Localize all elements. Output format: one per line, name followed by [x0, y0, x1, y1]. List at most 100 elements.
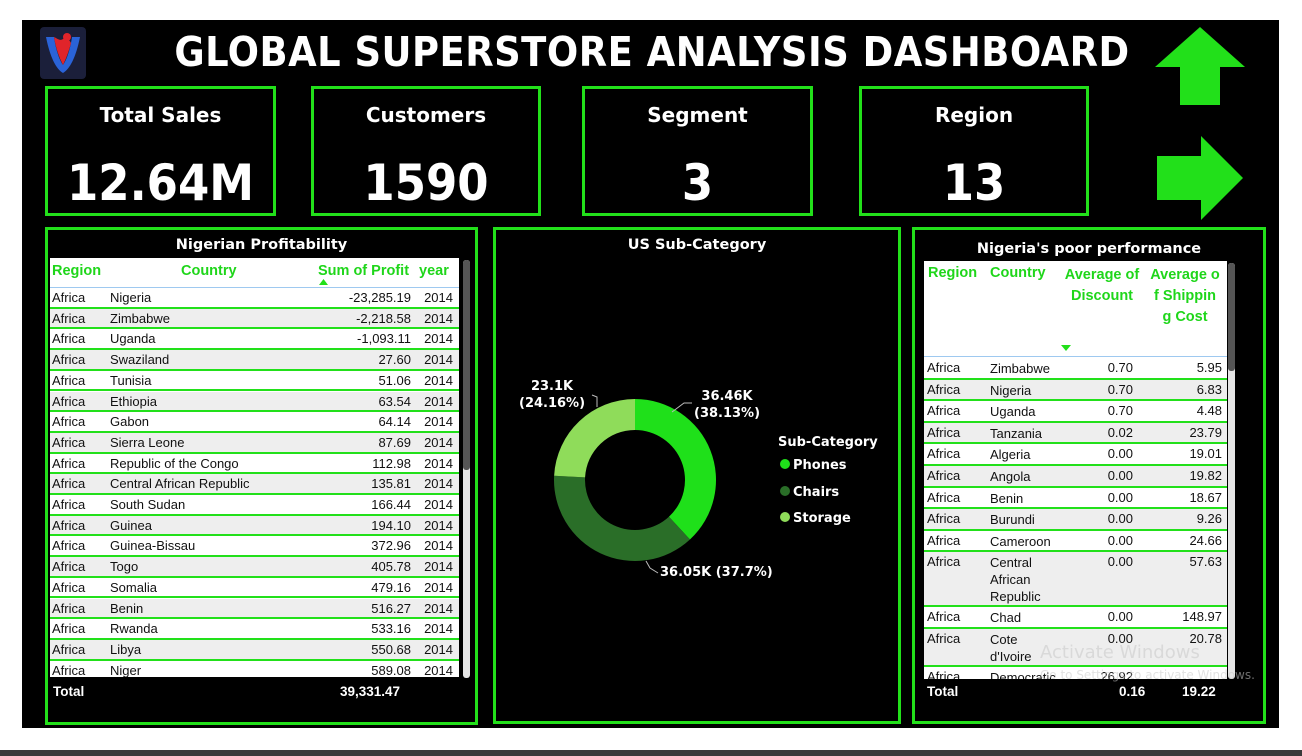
table-row[interactable]: Africa Central African Republic 135.81 2014 — [50, 474, 459, 495]
table-row[interactable]: Africa Cameroon 0.00 24.66 — [924, 530, 1227, 553]
table-row[interactable]: Africa Guinea 194.10 2014 — [50, 515, 459, 537]
cell-shipping: 9.26 — [1196, 511, 1222, 527]
table-row[interactable]: Africa Uganda 0.70 4.48 — [924, 401, 1227, 423]
table-row[interactable]: Africa Gabon 64.14 2014 — [50, 412, 459, 433]
cell-profit: -2,218.58 — [356, 310, 411, 326]
cell-discount: 0.00 — [1107, 532, 1133, 548]
donut-chart-panel: US Sub-Category 23.1K (24.16%) 36.46K (38.… — [493, 227, 901, 724]
cell-year: 2014 — [424, 600, 453, 616]
column-header-country[interactable]: Country — [990, 265, 1046, 281]
cell-country: Republic of the Congo — [110, 455, 239, 471]
table-row[interactable]: Africa Benin 0.00 18.67 — [924, 487, 1227, 510]
scrollbar-thumb[interactable] — [1228, 263, 1235, 371]
arrow-up-icon[interactable] — [1155, 27, 1245, 109]
cell-year: 2014 — [424, 579, 453, 595]
total-sales-card: Total Sales 12.64M — [45, 86, 276, 216]
cell-shipping: 23.79 — [1189, 424, 1222, 440]
cell-country: Togo — [110, 559, 139, 575]
cell-profit: 166.44 — [371, 497, 411, 512]
total-label: Total — [927, 684, 959, 699]
donut-slice-chairs[interactable] — [554, 475, 690, 561]
table-row[interactable]: Africa Guinea-Bissau 372.96 2014 — [50, 536, 459, 558]
cell-year: 2014 — [424, 455, 453, 471]
cell-country: Tunisia — [110, 372, 152, 388]
table-row[interactable]: Africa Angola 0.00 19.82 — [924, 466, 1227, 488]
legend-item-storage[interactable]: Storage — [780, 511, 851, 526]
column-header-average-discount[interactable]: Average of Discount — [1060, 265, 1144, 307]
table-row[interactable]: Africa Uganda -1,093.11 2014 — [50, 329, 459, 351]
poor-performance-table[interactable]: Region Country Average of Discount Avera… — [924, 261, 1227, 679]
data-label-phones: 36.46K (38.13%) — [694, 389, 761, 421]
table-row[interactable]: Africa South Sudan 166.44 2014 — [50, 495, 459, 516]
cell-profit: 550.68 — [371, 641, 411, 657]
table-row[interactable]: Africa Algeria 0.00 19.01 — [924, 444, 1227, 466]
cell-country: Gabon — [110, 414, 150, 430]
table-row[interactable]: Africa Libya 550.68 2014 — [50, 639, 459, 661]
cell-country: Uganda — [110, 331, 156, 347]
card-label: Customers — [365, 103, 487, 127]
table-row[interactable]: Africa Zimbabwe 0.70 5.95 — [924, 358, 1227, 380]
column-header-average-shipping[interactable]: Average of Shipping Cost — [1150, 265, 1220, 328]
profit-table-scrollbar[interactable] — [463, 260, 470, 678]
table-row[interactable]: Africa Niger 589.08 2014 — [50, 660, 459, 677]
table-row[interactable]: Africa Central African Republic 0.00 57.63 — [924, 552, 1227, 608]
cell-country: Angola — [990, 469, 1031, 484]
legend-item-phones[interactable]: Phones — [780, 458, 847, 473]
column-header-year[interactable]: year — [419, 263, 449, 279]
arrow-right-icon[interactable] — [1157, 136, 1243, 224]
cell-profit: 479.16 — [371, 579, 411, 595]
table-row[interactable]: Africa Togo 405.78 2014 — [50, 557, 459, 578]
cell-region: Africa — [52, 434, 86, 450]
cell-year: 2014 — [424, 372, 453, 388]
cell-region: Africa — [52, 538, 86, 554]
cell-year: 2014 — [424, 621, 453, 637]
activate-windows-title: Activate Windows — [1040, 642, 1200, 663]
table-row[interactable]: Africa Sierra Leone 87.69 2014 — [50, 432, 459, 454]
table-row[interactable]: Africa Burundi 0.00 9.26 — [924, 509, 1227, 531]
cell-profit: 405.78 — [371, 559, 411, 575]
table-row[interactable]: Africa Swaziland 27.60 2014 — [50, 350, 459, 371]
header-divider — [924, 356, 1227, 357]
cell-region: Africa — [52, 331, 86, 347]
cell-country: Sierra Leone — [110, 434, 185, 450]
table-row[interactable]: Africa Zimbabwe -2,218.58 2014 — [50, 308, 459, 330]
taskbar-strip — [0, 750, 1302, 756]
cell-shipping: 19.01 — [1189, 446, 1222, 462]
profit-table[interactable]: Region Country Sum of Profit year Africa… — [50, 258, 459, 677]
poor-table-scrollbar[interactable] — [1228, 263, 1235, 679]
table-row[interactable]: Africa Tunisia 51.06 2014 — [50, 370, 459, 392]
cell-discount: 0.00 — [1107, 489, 1133, 505]
cell-profit: -1,093.11 — [357, 331, 411, 347]
column-header-region[interactable]: Region — [52, 263, 101, 279]
cell-region: Africa — [52, 497, 86, 512]
cell-region: Africa — [52, 600, 86, 616]
scrollbar-thumb[interactable] — [463, 260, 470, 470]
cell-country: Nigeria — [110, 290, 152, 305]
customers-card: Customers 1590 — [311, 86, 541, 216]
table-row[interactable]: Africa Ethiopia 63.54 2014 — [50, 391, 459, 413]
table-row[interactable]: Africa Nigeria -23,285.19 2014 — [50, 288, 459, 309]
dashboard-title: GLOBAL SUPERSTORE ANALYSIS DASHBOARD — [174, 28, 1130, 76]
table-row[interactable]: Africa Tanzania 0.02 23.79 — [924, 422, 1227, 445]
table-row[interactable]: Africa Chad 0.00 148.97 — [924, 607, 1227, 629]
data-label-chairs: 36.05K (37.7%) — [660, 565, 773, 580]
column-header-country[interactable]: Country — [181, 263, 237, 279]
cell-country: Uganda — [990, 404, 1036, 420]
table-row[interactable]: Africa Benin 516.27 2014 — [50, 598, 459, 620]
table-row[interactable]: Africa Republic of the Congo 112.98 2014 — [50, 453, 459, 475]
table-row[interactable]: Africa Somalia 479.16 2014 — [50, 577, 459, 599]
cell-year: 2014 — [424, 662, 453, 677]
table-row[interactable]: Africa Rwanda 533.16 2014 — [50, 619, 459, 640]
cell-year: 2014 — [424, 393, 453, 409]
total-discount-value: 0.16 — [1119, 684, 1146, 699]
cell-year: 2014 — [424, 559, 453, 575]
cell-region: Africa — [52, 414, 86, 430]
donut-chart[interactable] — [496, 230, 898, 721]
legend-item-chairs[interactable]: Chairs — [780, 485, 839, 500]
cell-region: Africa — [927, 403, 961, 419]
cell-shipping: 148.97 — [1182, 609, 1222, 625]
table-row[interactable]: Africa Nigeria 0.70 6.83 — [924, 379, 1227, 402]
cell-profit: 27.60 — [378, 352, 411, 368]
column-header-sum-of-profit[interactable]: Sum of Profit — [318, 263, 409, 279]
column-header-region[interactable]: Region — [928, 265, 977, 281]
